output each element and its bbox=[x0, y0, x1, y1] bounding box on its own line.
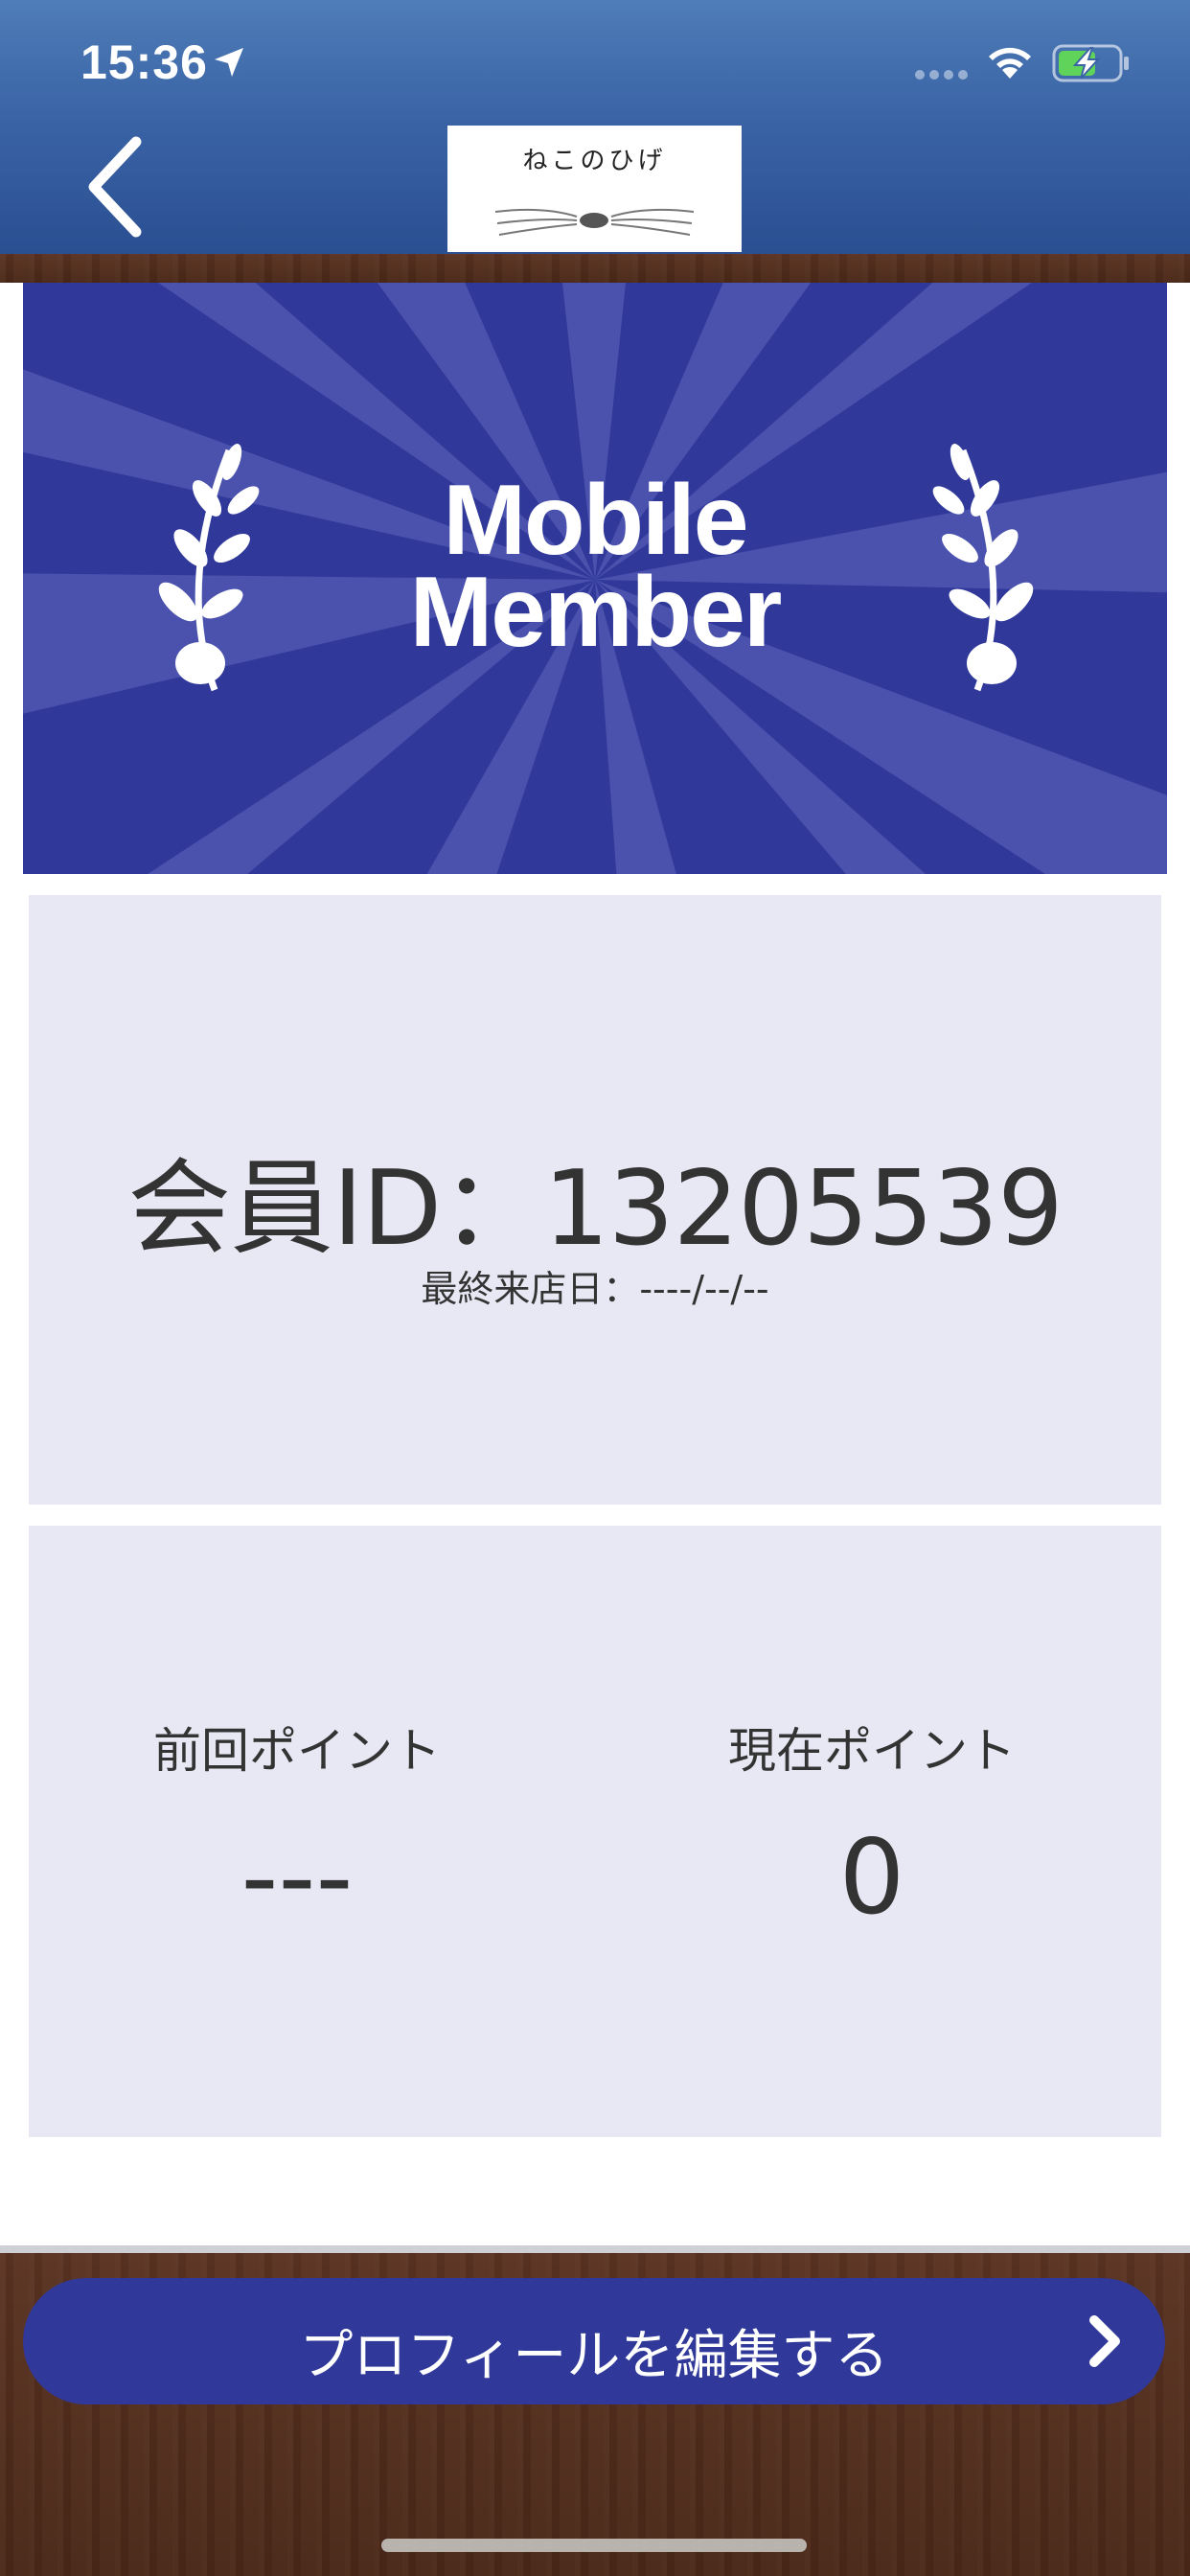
current-points: 現在ポイント 0 bbox=[604, 1713, 1140, 1938]
chevron-left-icon bbox=[88, 136, 142, 238]
member-id-card: 会員ID：13205539 最終来店日：----/--/-- bbox=[29, 895, 1161, 1505]
laurel-right-icon bbox=[932, 444, 1034, 692]
status-bar: 15:36 bbox=[0, 0, 1190, 125]
divider bbox=[0, 2245, 1190, 2253]
wood-strip-top bbox=[0, 254, 1190, 283]
current-points-label: 現在ポイント bbox=[728, 1723, 1016, 1779]
home-indicator[interactable] bbox=[381, 2539, 807, 2552]
points-card: 前回ポイント --- 現在ポイント 0 bbox=[29, 1526, 1161, 2137]
current-points-value: 0 bbox=[838, 1818, 905, 1938]
location-arrow-icon bbox=[215, 48, 243, 77]
chevron-right-icon bbox=[1089, 2315, 1120, 2367]
signal-icon bbox=[915, 70, 968, 80]
app-header: 15:36 ねこのひげ bbox=[0, 0, 1190, 254]
shop-logo: ねこのひげ bbox=[447, 126, 742, 252]
battery-charging-icon bbox=[1052, 44, 1129, 82]
mobile-member-banner: Mobile Member bbox=[23, 283, 1167, 874]
edit-profile-button[interactable]: プロフィールを編集する bbox=[23, 2278, 1165, 2404]
edit-profile-label: プロフィールを編集する bbox=[299, 2325, 889, 2387]
status-time: 15:36 bbox=[80, 35, 208, 89]
whisker-icon bbox=[495, 208, 694, 236]
previous-points-label: 前回ポイント bbox=[153, 1723, 441, 1779]
member-id: 会員ID：13205539 bbox=[127, 1149, 1064, 1269]
last-visit-date: 最終来店日：----/--/-- bbox=[421, 1268, 769, 1310]
previous-points: 前回ポイント --- bbox=[29, 1713, 565, 1938]
wifi-icon bbox=[989, 47, 1031, 79]
back-button[interactable] bbox=[82, 134, 159, 240]
logo-text: ねこのひげ bbox=[522, 147, 667, 175]
previous-points-value: --- bbox=[240, 1818, 354, 1938]
